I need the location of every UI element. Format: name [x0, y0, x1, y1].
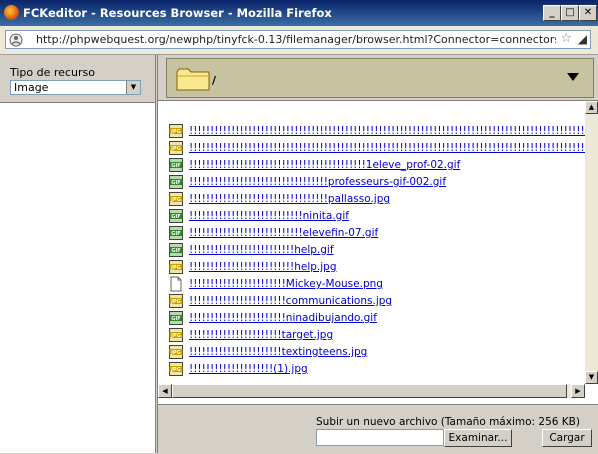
- jpg-file-icon[interactable]: JPG: [168, 191, 184, 207]
- site-icon: [9, 33, 23, 47]
- file-type-text: GIF: [171, 180, 180, 186]
- file-name-link[interactable]: !!!!!!!!!!!!!!!!!!!!!!!!!!!!!!!!!profess…: [189, 176, 446, 188]
- folder-icon: [176, 68, 210, 91]
- scroll-right-button[interactable]: ▶: [571, 384, 585, 398]
- file-type-text: JPG: [170, 333, 181, 339]
- file-list: JPG!!!!!!!!!!!!!!!!!!!!!!!!!!!!!!!!!!!!!…: [158, 101, 585, 384]
- horizontal-scroll-thumb[interactable]: [172, 384, 567, 398]
- blank-file-icon[interactable]: [168, 276, 184, 292]
- resource-type-panel: Tipo de recurso Image ▼: [0, 55, 155, 103]
- file-name-link[interactable]: !!!!!!!!!!!!!!!!!!!!!!!ninadibujando.gif: [189, 312, 377, 324]
- jpg-file-icon[interactable]: JPG: [168, 344, 184, 360]
- file-name-link[interactable]: !!!!!!!!!!!!!!!!!!!!!!!!!!!!!!!!!!!!!!!!…: [189, 142, 585, 154]
- firefox-icon: [4, 5, 19, 20]
- upload-file-input[interactable]: [316, 429, 444, 446]
- file-type-text: GIF: [171, 316, 180, 322]
- current-path: /: [212, 74, 217, 87]
- gif-file-icon[interactable]: GIF: [168, 174, 184, 190]
- window-titlebar: FCKeditor - Resources Browser - Mozilla …: [0, 0, 598, 26]
- file-type-text: JPG: [170, 129, 181, 135]
- gif-file-icon[interactable]: GIF: [168, 208, 184, 224]
- jpg-file-icon[interactable]: JPG: [168, 123, 184, 139]
- file-list-pane: JPG!!!!!!!!!!!!!!!!!!!!!!!!!!!!!!!!!!!!!…: [158, 100, 598, 405]
- file-name-link[interactable]: !!!!!!!!!!!!!!!!!!!!!!!!!!!!!!!!!!!!!!!!…: [189, 159, 460, 171]
- resource-type-value: Image: [14, 81, 49, 94]
- minimize-button[interactable]: _: [543, 5, 561, 21]
- file-name-link[interactable]: !!!!!!!!!!!!!!!!!!!!!!!!!!!!!!!!!!!!!!!!…: [189, 125, 585, 137]
- address-bar: http://phpwebquest.org/newphp/tinyfck-0.…: [0, 26, 598, 55]
- file-name-link[interactable]: !!!!!!!!!!!!!!!!!!!!(1).jpg: [189, 363, 308, 375]
- url-field[interactable]: http://phpwebquest.org/newphp/tinyfck-0.…: [5, 30, 591, 49]
- file-type-text: GIF: [171, 231, 180, 237]
- vertical-scrollbar[interactable]: ▲ ▼: [585, 101, 598, 384]
- close-button[interactable]: ✕: [579, 5, 597, 21]
- window-title: FCKeditor - Resources Browser - Mozilla …: [23, 6, 332, 20]
- upload-label: Subir un nuevo archivo (Tamaño máximo: 2…: [316, 416, 580, 428]
- file-type-text: JPG: [170, 367, 181, 373]
- file-name-link[interactable]: !!!!!!!!!!!!!!!!!!!!!!!!!help.jpg: [189, 261, 337, 273]
- file-type-text: JPG: [170, 265, 181, 271]
- gif-file-icon[interactable]: GIF: [168, 242, 184, 258]
- file-name-link[interactable]: !!!!!!!!!!!!!!!!!!!!!!!!!!!!!!!!!pallass…: [189, 193, 390, 205]
- upload-button[interactable]: Cargar: [542, 429, 592, 447]
- file-type-text: JPG: [170, 299, 181, 305]
- gif-file-icon[interactable]: GIF: [168, 310, 184, 326]
- file-type-text: JPG: [170, 146, 181, 152]
- gif-file-icon[interactable]: GIF: [168, 225, 184, 241]
- file-type-text: GIF: [171, 214, 180, 220]
- chevron-down-icon[interactable]: ▼: [126, 81, 140, 94]
- gif-file-icon[interactable]: GIF: [168, 157, 184, 173]
- resource-type-label: Tipo de recurso: [10, 66, 95, 79]
- jpg-file-icon[interactable]: JPG: [168, 259, 184, 275]
- bookmark-star-icon[interactable]: ☆: [560, 31, 572, 46]
- current-folder-bar: /: [166, 58, 594, 98]
- jpg-file-icon[interactable]: JPG: [168, 361, 184, 377]
- jpg-file-icon[interactable]: JPG: [168, 293, 184, 309]
- jpg-file-icon[interactable]: JPG: [168, 327, 184, 343]
- upload-panel: Subir un nuevo archivo (Tamaño máximo: 2…: [158, 404, 598, 454]
- file-name-link[interactable]: !!!!!!!!!!!!!!!!!!!!!!!!!!!elevefin-07.g…: [189, 227, 378, 239]
- file-type-text: GIF: [171, 163, 180, 169]
- file-name-link[interactable]: !!!!!!!!!!!!!!!!!!!!!!!Mickey-Mouse.png: [189, 278, 383, 290]
- file-name-link[interactable]: !!!!!!!!!!!!!!!!!!!!!!!!!!!ninita.gif: [189, 210, 349, 222]
- scroll-down-button[interactable]: ▼: [585, 371, 598, 384]
- resource-type-select[interactable]: Image ▼: [10, 80, 141, 95]
- jpg-file-icon[interactable]: JPG: [168, 140, 184, 156]
- horizontal-scrollbar[interactable]: ◀ ▶: [158, 384, 585, 398]
- file-name-link[interactable]: !!!!!!!!!!!!!!!!!!!!!!target.jpg: [189, 329, 333, 341]
- file-name-link[interactable]: !!!!!!!!!!!!!!!!!!!!!!!!!help.gif: [189, 244, 334, 256]
- file-type-text: GIF: [171, 248, 180, 254]
- file-name-link[interactable]: !!!!!!!!!!!!!!!!!!!!!!!communications.jp…: [189, 295, 392, 307]
- file-type-text: JPG: [170, 350, 181, 356]
- scroll-left-button[interactable]: ◀: [158, 384, 172, 398]
- url-text: http://phpwebquest.org/newphp/tinyfck-0.…: [36, 33, 556, 46]
- left-pane: Tipo de recurso Image ▼: [0, 55, 155, 453]
- file-type-text: JPG: [170, 197, 181, 203]
- page-action-icon[interactable]: ◢: [578, 32, 587, 46]
- maximize-button[interactable]: □: [561, 5, 579, 21]
- folder-up-arrow-icon[interactable]: [567, 73, 579, 81]
- file-name-link[interactable]: !!!!!!!!!!!!!!!!!!!!!!textingteens.jpg: [189, 346, 367, 358]
- browse-button[interactable]: Examinar...: [444, 429, 512, 447]
- scroll-up-button[interactable]: ▲: [585, 101, 598, 114]
